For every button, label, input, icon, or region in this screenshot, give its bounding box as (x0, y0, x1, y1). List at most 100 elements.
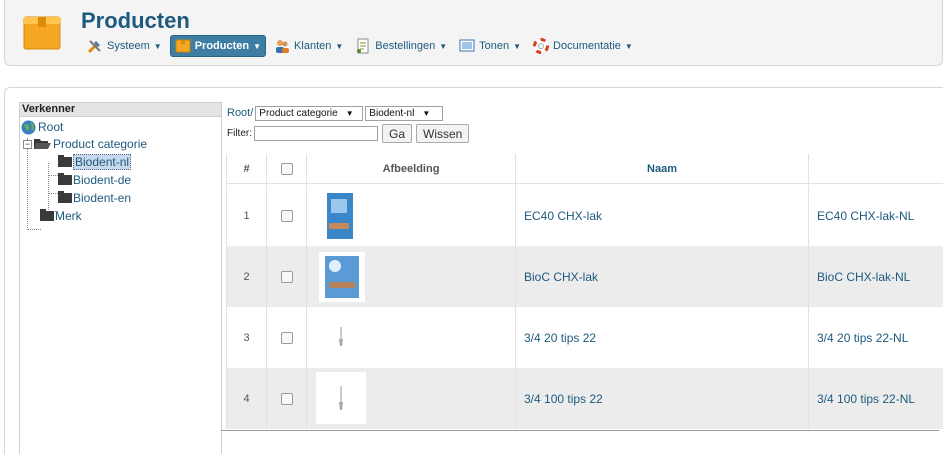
column-header-extra[interactable] (808, 154, 943, 184)
table-row[interactable]: 3 3/4 20 tips 22 3/4 20 tips 22-NL (226, 307, 943, 368)
menu-bestellingen[interactable]: Bestellingen ▼ (351, 35, 451, 57)
row-checkbox[interactable] (280, 331, 293, 344)
row-number: 2 (226, 246, 266, 307)
sidebar-title: Verkenner (20, 103, 221, 117)
tree-connector (48, 175, 58, 176)
tree-node-merk[interactable]: Merk (40, 208, 82, 224)
globe-icon (21, 120, 36, 134)
dropdown-arrow-icon: ▼ (345, 108, 354, 118)
breadcrumb-root-link[interactable]: Root/ (227, 107, 253, 119)
menu-tonen[interactable]: Tonen ▼ (455, 35, 525, 57)
menu-producten[interactable]: Producten ▼ (169, 35, 267, 57)
tree-connector (48, 163, 49, 212)
tree-label-root: Root (38, 120, 64, 134)
chevron-down-icon: ▼ (335, 41, 344, 51)
filter-input[interactable] (254, 126, 378, 141)
main-panel: Verkenner Root − Product categorie Biode… (4, 87, 943, 454)
page-title: Producten (81, 8, 190, 33)
product-thumbnail[interactable] (316, 372, 366, 424)
row-checkbox[interactable] (280, 270, 293, 283)
product-image-cell (306, 368, 515, 429)
row-select-cell (266, 246, 306, 307)
row-checkbox[interactable] (280, 392, 293, 405)
users-icon (276, 40, 290, 53)
product-thumbnail[interactable] (321, 191, 359, 241)
row-checkbox[interactable] (280, 209, 293, 222)
chevron-down-icon: ▼ (153, 41, 162, 51)
product-name[interactable]: EC40 CHX-lak (515, 185, 808, 246)
folder-icon (58, 155, 72, 167)
folder-icon (40, 209, 54, 221)
menu-documentatie-label: Documentatie (553, 40, 621, 52)
row-number: 4 (226, 368, 266, 429)
menu-bestellingen-label: Bestellingen (375, 40, 436, 52)
row-number: 1 (226, 185, 266, 246)
category-select-value: Product categorie (259, 107, 338, 119)
product-name-nl[interactable]: 3/4 100 tips 22-NL (808, 368, 943, 429)
column-header-name[interactable]: Naam (515, 154, 808, 184)
table-row[interactable]: 1 EC40 CHX-lak EC40 CHX-lak-NL (226, 185, 943, 246)
go-button[interactable]: Ga (382, 124, 413, 143)
chevron-down-icon: ▼ (624, 41, 633, 51)
product-name[interactable]: 3/4 100 tips 22 (515, 368, 808, 429)
menu-documentatie[interactable]: Documentatie ▼ (529, 35, 637, 57)
menu-klanten[interactable]: Klanten ▼ (270, 35, 347, 57)
row-select-cell (266, 185, 306, 246)
tree-label-biodent-de: Biodent-de (73, 173, 132, 187)
folder-icon (58, 173, 72, 185)
tree-label-biodent-en: Biodent-en (73, 191, 132, 205)
tree-node-biodent-nl[interactable]: Biodent-nl (58, 154, 132, 170)
tree-connector (27, 229, 41, 230)
table-row[interactable]: 2 BioC CHX-lak BioC CHX-lak-NL (226, 246, 943, 307)
menu-producten-label: Producten (194, 40, 250, 52)
tree-node-biodent-en[interactable]: Biodent-en (58, 190, 131, 206)
select-all-checkbox[interactable] (280, 162, 293, 175)
filter-label: Filter: (227, 128, 252, 139)
chevron-down-icon: ▼ (439, 41, 448, 51)
product-thumbnail[interactable] (319, 252, 365, 302)
category-toolbar: Root/ Product categorie ▼ Biodent-nl ▼ (227, 105, 445, 121)
menu-tonen-label: Tonen (479, 40, 510, 52)
chevron-down-icon: ▼ (513, 41, 522, 51)
product-thumbnail[interactable] (337, 327, 345, 347)
tree-node-root[interactable]: Root (21, 119, 63, 135)
column-header-number[interactable]: # (226, 154, 266, 184)
tree-label-biodent-nl: Biodent-nl (73, 154, 132, 170)
product-image-cell (306, 185, 515, 246)
folder-open-icon (34, 139, 51, 149)
product-name-nl[interactable]: BioC CHX-lak-NL (808, 246, 943, 307)
product-name-nl[interactable]: 3/4 20 tips 22-NL (808, 307, 943, 368)
row-select-cell (266, 368, 306, 429)
order-icon (357, 38, 369, 54)
table-row[interactable]: 4 3/4 100 tips 22 3/4 100 tips 22-NL (226, 368, 943, 429)
tools-icon (87, 40, 101, 54)
chevron-down-icon: ▼ (253, 41, 262, 51)
product-name[interactable]: BioC CHX-lak (515, 246, 808, 307)
category-select[interactable]: Product categorie ▼ (255, 105, 364, 121)
menu-systeem[interactable]: Systeem ▼ (83, 35, 166, 57)
collapse-icon[interactable]: − (23, 139, 32, 149)
product-image-cell (306, 307, 515, 368)
table-bottom-divider (221, 430, 939, 431)
row-number: 3 (226, 307, 266, 368)
row-select-cell (266, 307, 306, 368)
menu-klanten-label: Klanten (294, 40, 332, 52)
column-header-image[interactable]: Afbeelding (306, 154, 515, 184)
box-icon (175, 39, 191, 53)
product-name[interactable]: 3/4 20 tips 22 (515, 307, 808, 368)
explorer-sidebar: Verkenner Root − Product categorie Biode… (19, 102, 222, 454)
subcategory-select[interactable]: Biodent-nl ▼ (365, 105, 444, 121)
menu-systeem-label: Systeem (107, 40, 150, 52)
subcategory-select-value: Biodent-nl (369, 107, 415, 119)
folder-icon (58, 191, 72, 203)
tree-connector (48, 193, 58, 194)
tree-label-product-categorie: Product categorie (53, 137, 148, 151)
tree-node-biodent-de[interactable]: Biodent-de (58, 172, 131, 188)
tree-label-merk: Merk (55, 209, 82, 223)
dropdown-arrow-icon: ▼ (422, 108, 431, 118)
tree-node-product-categorie[interactable]: − Product categorie (23, 136, 147, 152)
clear-button[interactable]: Wissen (416, 124, 470, 143)
column-header-select (266, 154, 306, 184)
product-name-nl[interactable]: EC40 CHX-lak-NL (808, 185, 943, 246)
main-menu: Systeem ▼ Producten ▼ Klanten ▼ Bestelli… (83, 35, 641, 57)
